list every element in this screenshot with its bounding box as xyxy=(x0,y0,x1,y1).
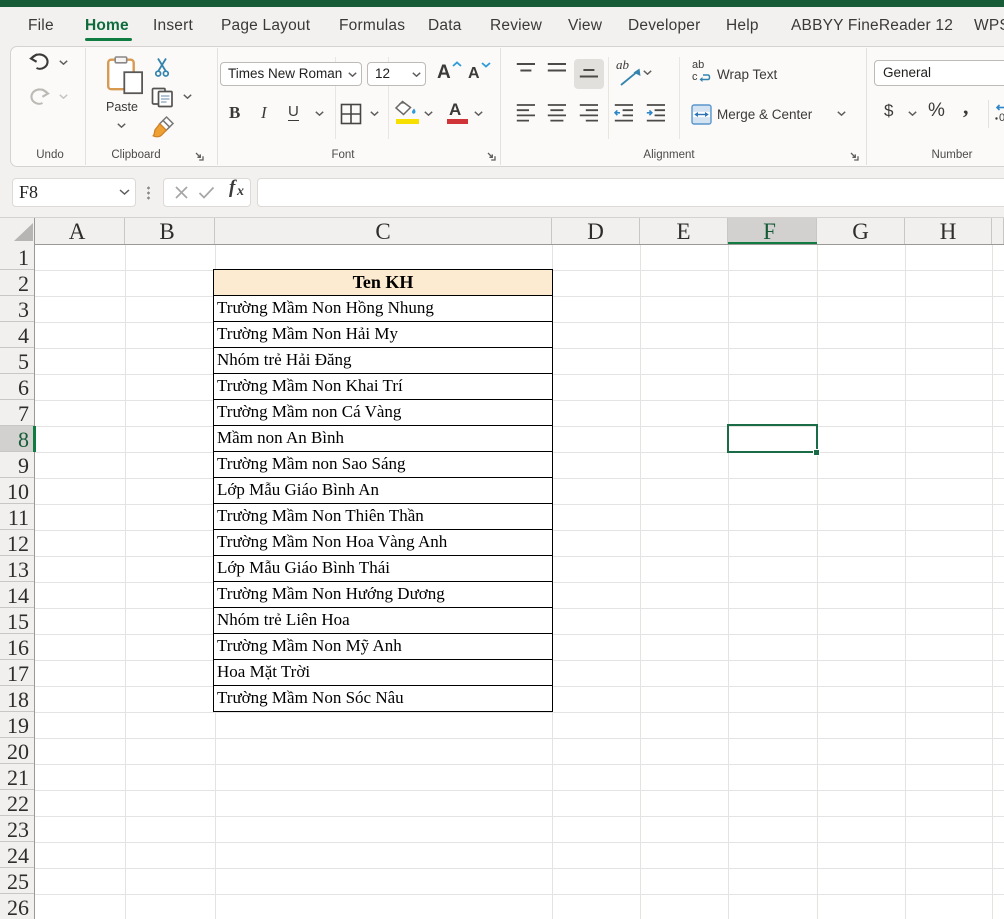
svg-text:0: 0 xyxy=(999,112,1004,123)
